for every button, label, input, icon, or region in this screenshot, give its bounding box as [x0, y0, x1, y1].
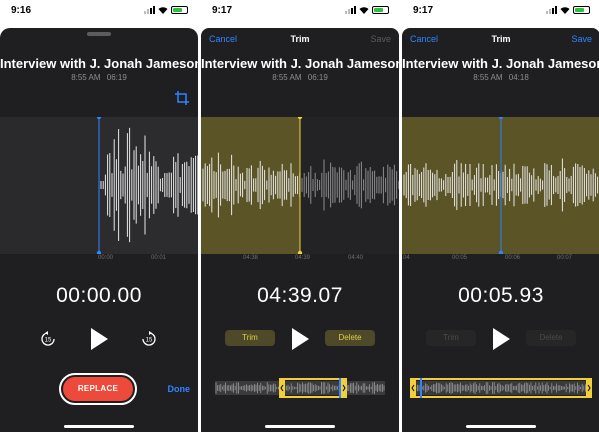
sheet-grabber[interactable]	[87, 32, 111, 36]
status-bar: 9:17	[402, 0, 599, 24]
tick-label: 00:00	[98, 255, 114, 261]
home-indicator	[64, 425, 134, 428]
cellular-signal-icon	[144, 6, 155, 14]
status-time: 9:16	[11, 5, 32, 16]
trim-nav-bar: Cancel Trim Save	[402, 34, 599, 48]
wifi-icon	[560, 7, 570, 14]
status-bar: 9:17	[201, 0, 399, 24]
timeline-ticks: 00:00 00:01	[0, 255, 198, 267]
overview-scrubber[interactable]	[410, 378, 592, 398]
waveform[interactable]	[0, 117, 198, 254]
overview-scrubber[interactable]	[215, 378, 385, 398]
play-icon[interactable]	[491, 327, 511, 351]
recording-card: Interview with J. Jonah Jameson 8:55 AM …	[0, 28, 198, 432]
battery-icon	[171, 6, 188, 14]
trim-card: Cancel Trim Save Interview with J. Jonah…	[201, 28, 399, 432]
nav-title: Trim	[290, 34, 310, 44]
delete-button[interactable]: Delete	[325, 330, 375, 346]
status-bar: 9:16	[0, 0, 198, 24]
waveform[interactable]	[402, 117, 599, 254]
skip-forward-15-icon[interactable]: 15	[141, 331, 157, 347]
waveform-graphic	[0, 117, 198, 254]
overview-waveform	[215, 378, 385, 398]
wifi-icon	[158, 7, 168, 14]
tick-label: 00:01	[151, 255, 167, 261]
save-button[interactable]: Save	[370, 34, 391, 44]
elapsed-timer: 00:00.00	[56, 284, 142, 307]
cellular-signal-icon	[345, 6, 356, 14]
tick-label: 00:06	[505, 255, 521, 261]
tick-label: 00:05	[452, 255, 468, 261]
elapsed-timer: 00:05.93	[458, 284, 544, 307]
skip-back-15-icon[interactable]: 15	[40, 331, 56, 347]
wifi-icon	[359, 7, 369, 14]
recording-meta: 8:55 AM 06:19	[272, 73, 328, 82]
recording-title: Interview with J. Jonah Jameson	[402, 56, 599, 71]
replace-button[interactable]: REPLACE	[59, 373, 137, 405]
nav-title: Trim	[491, 34, 511, 44]
timeline-ticks: 04:38 04:39 04:40	[201, 255, 399, 267]
playback-controls: 15 15	[0, 325, 198, 355]
waveform-graphic	[402, 117, 599, 254]
tick-label: 00:07	[557, 255, 573, 261]
tick-label: 04	[403, 255, 410, 261]
save-button[interactable]: Save	[571, 34, 592, 44]
trim-screen-selected: 9:17 Cancel Trim Save Interview with J. …	[402, 0, 599, 432]
battery-icon	[573, 6, 590, 14]
screenshot-strip: 9:16 Interview with J. Jonah Jameson 8:5…	[0, 0, 599, 432]
playback-controls: Trim Delete	[201, 325, 399, 355]
waveform[interactable]	[201, 117, 399, 254]
home-indicator	[265, 425, 335, 428]
tick-label: 04:39	[295, 255, 311, 261]
home-indicator	[466, 425, 536, 428]
tick-label: 04:40	[348, 255, 364, 261]
trim-button[interactable]: Trim	[225, 330, 275, 346]
overview-waveform	[410, 378, 592, 398]
recording-title: Interview with J. Jonah Jameson	[0, 56, 198, 71]
battery-icon	[372, 6, 389, 14]
svg-text:15: 15	[45, 338, 52, 344]
elapsed-timer: 04:39.07	[257, 284, 343, 307]
timeline-ticks: 04 00:05 00:06 00:07	[402, 255, 599, 267]
svg-text:15: 15	[146, 338, 153, 344]
waveform-graphic	[201, 117, 399, 254]
tick-label: 04:38	[243, 255, 259, 261]
trim-card: Cancel Trim Save Interview with J. Jonah…	[402, 28, 599, 432]
trim-button[interactable]: Trim	[426, 330, 476, 346]
delete-button[interactable]: Delete	[526, 330, 576, 346]
crop-icon[interactable]	[175, 91, 189, 105]
status-time: 9:17	[413, 5, 434, 16]
cellular-signal-icon	[546, 6, 557, 14]
playback-controls: Trim Delete	[402, 325, 599, 355]
status-time: 9:17	[212, 5, 233, 16]
recording-meta: 8:55 AM 06:19	[71, 73, 127, 82]
trim-nav-bar: Cancel Trim Save	[201, 34, 399, 48]
recording-meta: 8:55 AM 04:18	[473, 73, 529, 82]
play-icon[interactable]	[290, 327, 310, 351]
play-icon[interactable]	[89, 327, 109, 351]
recording-title: Interview with J. Jonah Jameson	[201, 56, 399, 71]
recording-screen: 9:16 Interview with J. Jonah Jameson 8:5…	[0, 0, 198, 432]
done-button[interactable]: Done	[168, 384, 191, 394]
trim-screen-start: 9:17 Cancel Trim Save Interview with J. …	[201, 0, 399, 432]
